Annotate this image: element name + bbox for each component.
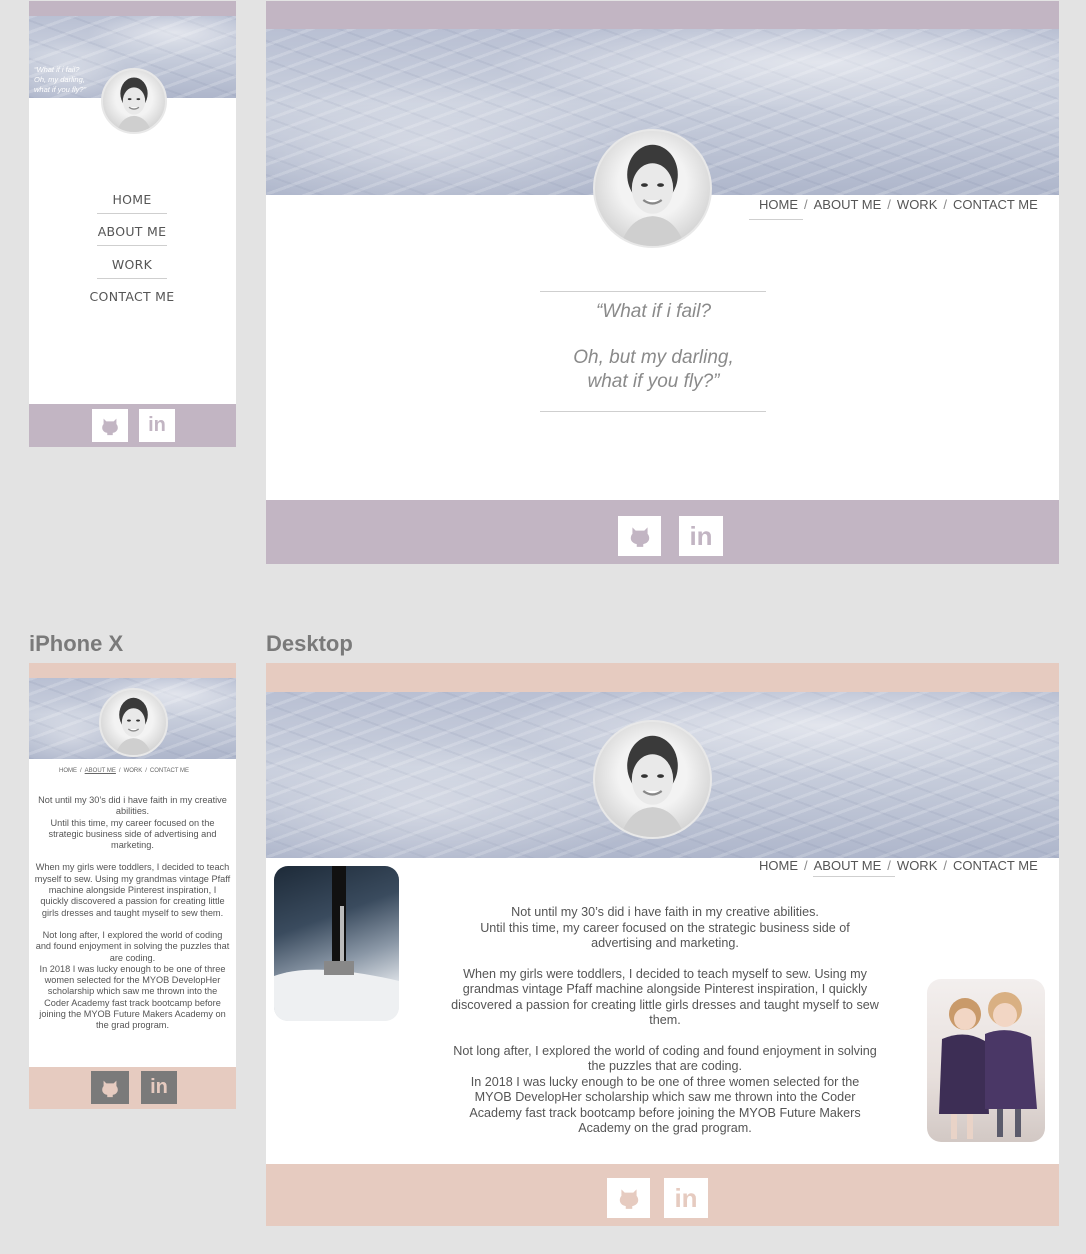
- about-p1a: Not until my 30’s did i have faith in my…: [511, 905, 819, 919]
- footer: [29, 404, 236, 447]
- mobile-about-frame: HOME / ABOUT ME / WORK / CONTACT ME Not until …: [29, 663, 236, 1109]
- github-icon: [619, 1189, 638, 1209]
- top-bar: [266, 1, 1059, 29]
- desktop-nav: HOME / ABOUT ME / WORK / CONTACT ME: [759, 197, 1038, 212]
- nav-separator: /: [943, 858, 947, 873]
- nav-separator: /: [804, 197, 808, 212]
- about-p3b: In 2018 I was lucky enough to be one of …: [39, 963, 226, 1031]
- nav-work[interactable]: WORK: [82, 257, 182, 272]
- nav-separator: /: [118, 768, 121, 774]
- sewing-machine-photo: [274, 866, 399, 1021]
- banner-quote-line1: “What if i fail?: [34, 65, 80, 74]
- nav-divider: [97, 213, 167, 214]
- github-button[interactable]: [91, 1071, 129, 1104]
- linkedin-icon: in: [689, 520, 713, 551]
- label-iphone: iPhone X: [29, 631, 124, 656]
- linkedin-button[interactable]: in: [664, 1178, 708, 1218]
- linkedin-icon: in: [148, 414, 166, 436]
- linkedin-icon: in: [150, 1076, 168, 1098]
- github-icon: [630, 527, 649, 547]
- quote-line3: what if you fly?”: [587, 371, 720, 392]
- github-button[interactable]: [618, 516, 661, 556]
- nav-separator: /: [80, 768, 82, 774]
- girls-photo: [927, 979, 1045, 1142]
- nav-work[interactable]: WORK: [124, 768, 143, 774]
- desktop-about-frame: HOME / ABOUT ME / WORK / CONTACT ME Not until …: [266, 663, 1059, 1226]
- footer: [29, 1067, 236, 1109]
- nav-home[interactable]: HOME: [759, 858, 798, 873]
- linkedin-button[interactable]: in: [141, 1071, 177, 1104]
- nav-contact[interactable]: CONTACT ME: [953, 858, 1038, 873]
- content-area: [29, 98, 236, 404]
- nav-work[interactable]: WORK: [897, 858, 937, 873]
- nav-home[interactable]: HOME: [759, 197, 798, 212]
- quote-divider-top: [540, 291, 766, 292]
- top-bar: [29, 1, 236, 16]
- about-p1a: Not until my 30’s did i have faith in my…: [38, 795, 227, 817]
- nav-active-underline: [813, 876, 895, 877]
- linkedin-button[interactable]: in: [139, 409, 175, 442]
- avatar: [593, 720, 712, 839]
- nav-contact[interactable]: CONTACT ME: [953, 197, 1038, 212]
- nav-separator: /: [943, 197, 947, 212]
- nav-divider: [97, 278, 167, 279]
- quote-line1: “What if i fail?: [595, 301, 712, 322]
- about-p3b: In 2018 I was lucky enough to be one of …: [469, 1074, 861, 1136]
- nav-about[interactable]: ABOUT ME: [814, 197, 882, 212]
- avatar: [99, 688, 168, 757]
- about-p3a: Not long after, I explored the world of …: [453, 1043, 877, 1074]
- avatar: [101, 68, 167, 134]
- nav-separator: /: [887, 197, 891, 212]
- github-icon: [102, 1080, 118, 1097]
- nav-about[interactable]: ABOUT ME: [82, 224, 182, 239]
- about-p1b: Until this time, my career focused on th…: [480, 920, 850, 951]
- nav-work[interactable]: WORK: [897, 197, 937, 212]
- top-bar: [266, 663, 1059, 692]
- banner-quote-line2: Oh, my darling,: [34, 75, 85, 84]
- nav-active-underline: [749, 219, 803, 220]
- mobile-home-frame: “What if i fail? Oh, my darling, what if…: [29, 1, 236, 447]
- mobile-nav: HOME / ABOUT ME / WORK / CONTACT ME: [59, 768, 189, 774]
- github-icon: [102, 418, 118, 435]
- footer: [266, 500, 1059, 564]
- nav-separator: /: [145, 768, 147, 774]
- about-p2: When my girls were toddlers, I decided t…: [34, 862, 231, 918]
- nav-separator: /: [887, 858, 891, 873]
- desktop-home-frame: HOME / ABOUT ME / WORK / CONTACT ME “What if i…: [266, 1, 1059, 564]
- nav-contact[interactable]: CONTACT ME: [150, 768, 189, 774]
- quote-line2: Oh, but my darling,: [573, 347, 734, 368]
- label-desktop: Desktop: [266, 631, 353, 656]
- quote-divider-bottom: [540, 411, 766, 412]
- nav-separator: /: [804, 858, 808, 873]
- about-text: Not until my 30’s did i have faith in my…: [451, 905, 879, 1137]
- github-button[interactable]: [607, 1178, 650, 1218]
- linkedin-icon: in: [674, 1182, 698, 1213]
- nav-divider: [97, 245, 167, 246]
- footer: [266, 1164, 1059, 1226]
- about-p2: When my girls were toddlers, I decided t…: [451, 966, 879, 1028]
- avatar: [593, 129, 712, 248]
- nav-about[interactable]: ABOUT ME: [85, 768, 116, 774]
- nav-contact[interactable]: CONTACT ME: [72, 289, 192, 304]
- about-p1b: Until this time, my career focused on th…: [48, 817, 217, 851]
- desktop-nav: HOME / ABOUT ME / WORK / CONTACT ME: [759, 858, 1038, 873]
- github-button[interactable]: [92, 409, 128, 442]
- top-bar: [29, 663, 236, 678]
- linkedin-button[interactable]: in: [679, 516, 723, 556]
- about-p3a: Not long after, I explored the world of …: [35, 929, 230, 963]
- nav-home[interactable]: HOME: [59, 768, 77, 774]
- nav-about[interactable]: ABOUT ME: [814, 858, 882, 873]
- nav-home[interactable]: HOME: [82, 192, 182, 207]
- about-text: Not until my 30’s did i have faith in my…: [34, 795, 231, 1032]
